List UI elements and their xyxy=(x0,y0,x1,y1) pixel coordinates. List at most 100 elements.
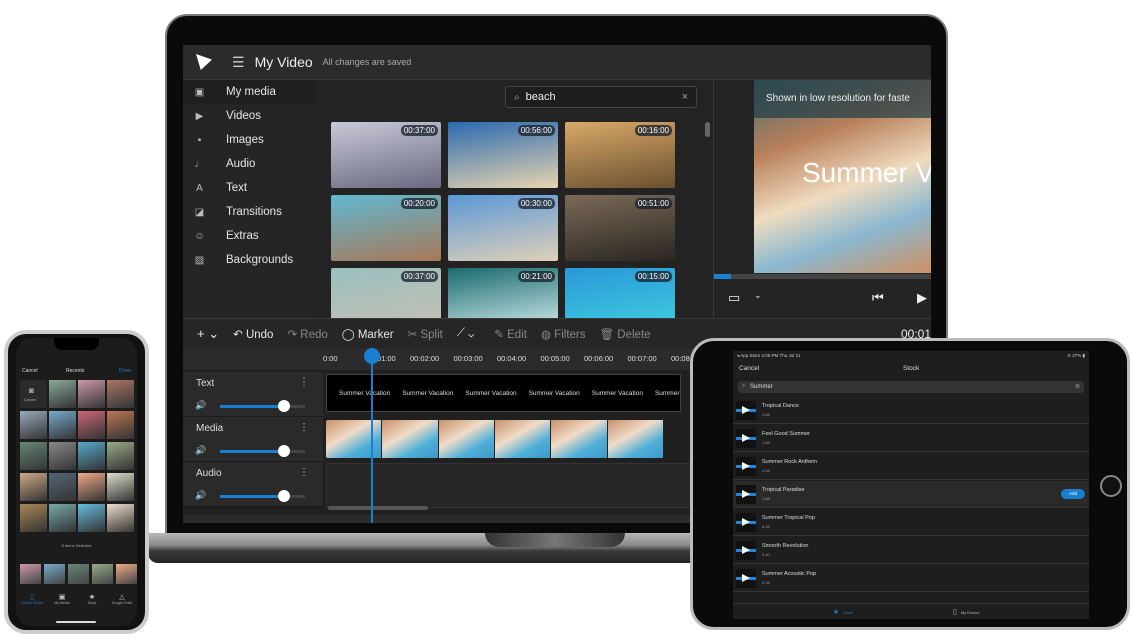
clear-search-icon[interactable]: ⊗ xyxy=(1075,383,1080,390)
photo-tile[interactable] xyxy=(78,504,105,532)
stock-track-row[interactable]: Smooth Revolution 2:40 xyxy=(733,537,1089,564)
undo-button[interactable]: ↶ Undo xyxy=(233,327,273,341)
stock-track-row[interactable]: Tropical Paradise 1:58 Add xyxy=(733,481,1089,508)
sidebar-item-images[interactable]: ▪ Images xyxy=(183,128,315,152)
volume-slider[interactable] xyxy=(220,400,305,412)
tablet-tab-my-device[interactable]: ▯ My Device xyxy=(953,608,980,616)
media-thumbnail[interactable]: 00:16:00 xyxy=(565,122,675,188)
sidebar-item-videos[interactable]: ▶ Videos xyxy=(183,104,315,128)
add-button[interactable]: + ⌄ xyxy=(197,326,219,342)
volume-icon[interactable]: 🔊 xyxy=(195,400,206,411)
project-title[interactable]: My Video xyxy=(255,54,313,70)
selected-photo[interactable] xyxy=(92,564,113,584)
playhead-handle[interactable] xyxy=(364,348,380,364)
media-thumbnail[interactable]: 00:37:00 xyxy=(331,122,441,188)
photo-tile[interactable] xyxy=(107,473,134,501)
photo-tile[interactable] xyxy=(49,504,76,532)
pen-tool-button[interactable]: ⟋ ⌄ xyxy=(457,327,474,340)
photo-tile[interactable] xyxy=(107,504,134,532)
tablet-tab-stock[interactable]: ★ Stock xyxy=(833,608,853,616)
aspect-chevron-icon[interactable]: ⌄ xyxy=(754,290,762,301)
photo-tile[interactable] xyxy=(107,411,134,439)
sidebar-item-text[interactable]: A Text xyxy=(183,176,315,200)
media-thumbnail[interactable]: 00:56:00 xyxy=(448,122,558,188)
filters-button[interactable]: ◍ Filters xyxy=(541,327,586,341)
sidebar-item-transitions[interactable]: ◪ Transitions xyxy=(183,200,315,224)
photo-tile[interactable] xyxy=(78,411,105,439)
clear-search-icon[interactable]: × xyxy=(682,91,688,103)
photo-tile[interactable] xyxy=(78,442,105,470)
photo-tile[interactable] xyxy=(20,504,47,532)
hamburger-menu-icon[interactable]: ☰ xyxy=(232,54,245,71)
photo-tile[interactable] xyxy=(20,473,47,501)
selected-photo[interactable] xyxy=(116,564,137,584)
skip-back-icon[interactable]: ⏮ xyxy=(872,290,884,306)
track-menu-icon[interactable]: ⋮ xyxy=(299,422,309,433)
media-thumbnail[interactable]: 00:20:00 xyxy=(331,195,441,261)
volume-slider[interactable] xyxy=(220,490,305,502)
selected-photo[interactable] xyxy=(68,564,89,584)
photo-tile[interactable] xyxy=(49,411,76,439)
play-icon[interactable] xyxy=(736,457,756,476)
aspect-ratio-icon[interactable]: ▭ xyxy=(728,290,740,306)
photo-tile[interactable] xyxy=(107,380,134,408)
stock-track-row[interactable]: Feel Good Summer 1:55 xyxy=(733,425,1089,452)
volume-slider-knob[interactable] xyxy=(277,445,290,457)
media-thumbnail[interactable]: 00:51:00 xyxy=(565,195,675,261)
play-icon[interactable] xyxy=(736,485,756,504)
delete-button[interactable]: 🗑 Delete xyxy=(600,327,651,341)
play-icon[interactable]: ▶ xyxy=(917,290,927,306)
preview-progress[interactable] xyxy=(714,274,931,279)
photo-tile[interactable] xyxy=(49,473,76,501)
volume-icon[interactable]: 🔊 xyxy=(195,445,206,456)
playhead[interactable] xyxy=(371,353,373,523)
edit-button[interactable]: ✎ Edit xyxy=(494,327,527,341)
text-clip[interactable]: Summer Vacation Summer Vacation Summer Vac… xyxy=(326,374,681,412)
selected-photo[interactable] xyxy=(20,564,41,584)
media-thumbnail[interactable]: 00:30:00 xyxy=(448,195,558,261)
add-button[interactable]: Add xyxy=(1061,489,1085,499)
stock-track-row[interactable]: Summer Rock Anthem 1:34 xyxy=(733,453,1089,480)
sidebar-item-extras[interactable]: ☺ Extras xyxy=(183,224,315,248)
search-input[interactable]: ⌕ beach × xyxy=(505,86,697,108)
track-menu-icon[interactable]: ⋮ xyxy=(299,467,309,478)
play-icon[interactable] xyxy=(736,429,756,448)
camera-tile[interactable]: ◙ Camera xyxy=(20,380,47,408)
play-icon[interactable] xyxy=(736,513,756,532)
sidebar-item-audio[interactable]: ♩ Audio xyxy=(183,152,315,176)
stock-track-row[interactable]: Summer Tropical Pop 6:45 xyxy=(733,509,1089,536)
timeline-scrollbar[interactable] xyxy=(328,506,428,510)
sidebar-item-backgrounds[interactable]: ▨ Backgrounds xyxy=(183,248,315,272)
selected-photo[interactable] xyxy=(44,564,65,584)
volume-slider-knob[interactable] xyxy=(277,490,290,502)
play-icon[interactable] xyxy=(736,401,756,420)
media-clip[interactable] xyxy=(326,420,664,458)
phone-tab-stock[interactable]: ★ Stock xyxy=(78,593,106,605)
photo-tile[interactable] xyxy=(49,380,76,408)
phone-tab-google-drive[interactable]: △ Google Drive xyxy=(108,593,136,605)
play-icon[interactable] xyxy=(736,541,756,560)
photo-tile[interactable] xyxy=(49,442,76,470)
volume-icon[interactable]: 🔊 xyxy=(195,490,206,501)
phone-done-button[interactable]: Done xyxy=(119,368,131,374)
media-scrollbar[interactable] xyxy=(705,122,710,137)
tablet-cancel-button[interactable]: Cancel xyxy=(739,365,759,372)
track-menu-icon[interactable]: ⋮ xyxy=(299,377,309,388)
tablet-search-input[interactable]: ⌕ Summer ⊗ xyxy=(738,381,1084,393)
phone-tab-device-media[interactable]: ▯ Device Media xyxy=(18,593,46,605)
photo-tile[interactable] xyxy=(20,411,47,439)
play-icon[interactable] xyxy=(736,569,756,588)
app-logo-icon[interactable] xyxy=(196,54,212,70)
photo-tile[interactable] xyxy=(78,473,105,501)
stock-track-row[interactable]: Summer Acoustic Pop 2:34 xyxy=(733,565,1089,592)
volume-slider-knob[interactable] xyxy=(277,400,290,412)
photo-tile[interactable] xyxy=(107,442,134,470)
redo-button[interactable]: ↷ Redo xyxy=(287,327,327,341)
home-button[interactable] xyxy=(1100,475,1122,497)
split-button[interactable]: ✂ Split xyxy=(408,327,443,341)
phone-tab-my-media[interactable]: ▣ My Media xyxy=(48,593,76,605)
sidebar-item-my-media[interactable]: ▣ My media xyxy=(183,80,315,104)
photo-tile[interactable] xyxy=(20,442,47,470)
photo-tile[interactable] xyxy=(78,380,105,408)
stock-track-row[interactable]: Tropical Dance 1:58 xyxy=(733,397,1089,424)
